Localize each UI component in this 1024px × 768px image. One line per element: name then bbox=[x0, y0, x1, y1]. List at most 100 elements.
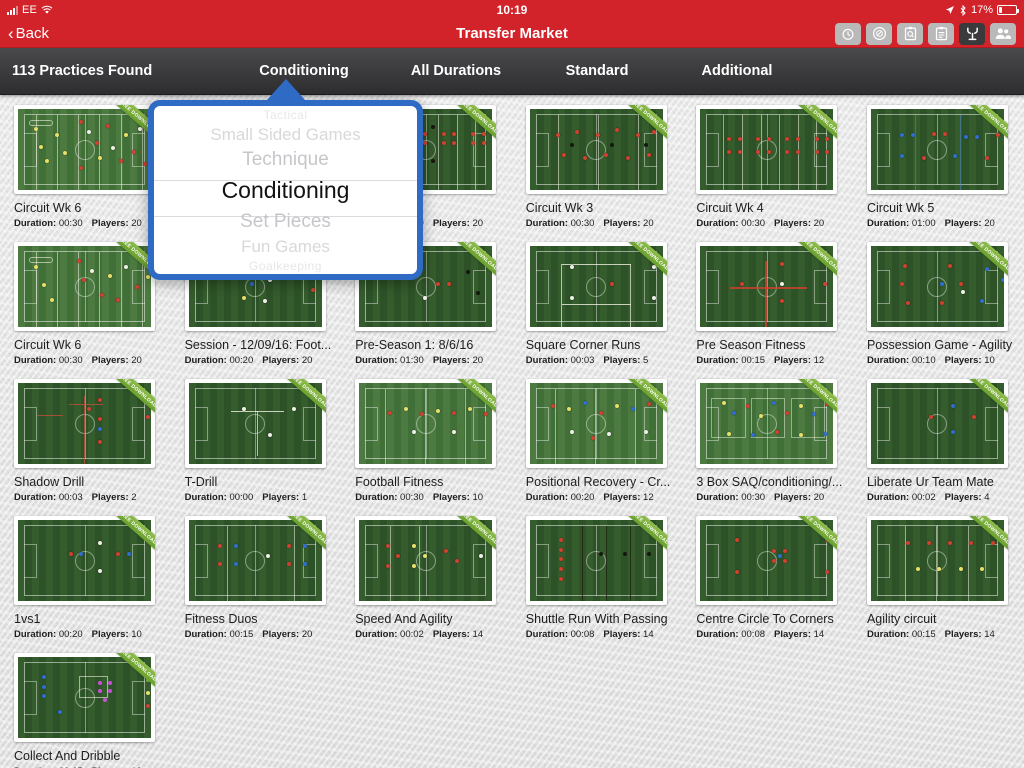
practice-thumbnail[interactable]: FREE DOWNLOAD bbox=[14, 242, 155, 331]
practice-thumbnail[interactable]: FREE DOWNLOAD bbox=[525, 242, 667, 331]
practice-meta: Duration: 00:15 Players: 12 bbox=[696, 355, 853, 366]
filter-duration[interactable]: All Durations bbox=[380, 63, 532, 79]
pitch-box-left bbox=[194, 406, 208, 441]
pitch-box-left bbox=[365, 543, 379, 578]
players-value: 10 bbox=[984, 355, 995, 366]
practice-thumbnail[interactable]: FREE DOWNLOAD bbox=[696, 242, 838, 331]
practice-thumbnail[interactable]: FREE DOWNLOAD bbox=[696, 516, 838, 605]
practice-meta: Duration: 00:15 Players: 20 bbox=[185, 629, 342, 640]
practice-duration: Duration: 00:30 bbox=[355, 492, 424, 503]
practice-thumbnail[interactable]: FREE DOWNLOAD bbox=[525, 105, 667, 194]
players-label: Players: bbox=[432, 218, 470, 229]
practice-thumbnail[interactable]: FREE DOWNLOAD bbox=[866, 516, 1008, 605]
practice-thumbnail[interactable]: FREE DOWNLOAD bbox=[355, 379, 497, 468]
practice-thumbnail[interactable]: FREE DOWNLOAD bbox=[866, 105, 1008, 194]
practice-players: Players: 12 bbox=[603, 492, 653, 503]
pitch-marker bbox=[609, 281, 614, 286]
practice-card[interactable]: FREE DOWNLOAD Football Fitness Duration:… bbox=[341, 375, 512, 512]
pitch-box-left bbox=[876, 269, 890, 304]
practice-card[interactable]: FREE DOWNLOAD Speed And Agility Duration… bbox=[341, 512, 512, 649]
practice-card[interactable]: FREE DOWNLOAD Circuit Wk 4 Duration: 00:… bbox=[682, 101, 853, 238]
practice-card[interactable]: FREE DOWNLOAD Square Corner Runs Duratio… bbox=[512, 238, 683, 375]
practice-thumbnail[interactable]: FREE DOWNLOAD bbox=[184, 379, 326, 468]
practice-card[interactable]: FREE DOWNLOAD Shuttle Run With Passing D… bbox=[512, 512, 683, 649]
practice-thumbnail[interactable]: FREE DOWNLOAD bbox=[184, 516, 326, 605]
practice-players: Players: 20 bbox=[603, 218, 653, 229]
tactics-button[interactable] bbox=[959, 22, 985, 45]
record-button[interactable] bbox=[866, 22, 892, 45]
practice-duration: Duration: 00:03 bbox=[14, 492, 83, 503]
pitch-centre-circle bbox=[245, 413, 266, 434]
category-popover[interactable]: Tactical Small Sided Games Technique Condit… bbox=[148, 100, 423, 280]
filter-standard[interactable]: Standard bbox=[532, 63, 662, 79]
duration-label: Duration: bbox=[355, 355, 398, 366]
practice-card[interactable]: FREE DOWNLOAD Agility circuit Duration: … bbox=[853, 512, 1024, 649]
practice-thumbnail[interactable]: FREE DOWNLOAD bbox=[696, 379, 838, 468]
practice-duration: Duration: 00:02 bbox=[355, 629, 424, 640]
pitch-marker bbox=[431, 159, 435, 164]
practice-thumbnail[interactable]: FREE DOWNLOAD bbox=[525, 379, 667, 468]
practice-duration: Duration: 00:08 bbox=[526, 629, 595, 640]
practice-thumbnail[interactable]: FREE DOWNLOAD bbox=[866, 379, 1008, 468]
players-label: Players: bbox=[944, 218, 982, 229]
pitch-marker bbox=[937, 566, 942, 571]
pitch-marker bbox=[396, 554, 401, 559]
practice-thumbnail[interactable]: FREE DOWNLOAD bbox=[525, 516, 667, 605]
picker-option-technique[interactable]: Technique bbox=[154, 150, 417, 169]
practice-card[interactable]: FREE DOWNLOAD Circuit Wk 5 Duration: 01:… bbox=[853, 101, 1024, 238]
filter-category[interactable]: Conditioning bbox=[228, 63, 380, 79]
pitch-box-right bbox=[984, 543, 998, 578]
pitch-marker bbox=[766, 136, 771, 141]
practice-thumbnail[interactable]: FREE DOWNLOAD bbox=[866, 242, 1008, 331]
pitch-marker bbox=[145, 703, 150, 708]
practice-card[interactable]: FREE DOWNLOAD Positional Recovery - Cr..… bbox=[512, 375, 683, 512]
filter-additional[interactable]: Additional bbox=[662, 63, 812, 79]
players-label: Players: bbox=[432, 492, 470, 503]
practice-card[interactable]: FREE DOWNLOAD T-Drill Duration: 00:00 Pl… bbox=[171, 375, 342, 512]
picker-option-tactical[interactable]: Tactical bbox=[154, 109, 417, 121]
practice-card[interactable]: FREE DOWNLOAD Possession Game - Agility … bbox=[853, 238, 1024, 375]
category-picker[interactable]: Tactical Small Sided Games Technique Condit… bbox=[154, 106, 417, 274]
practice-thumbnail[interactable]: FREE DOWNLOAD bbox=[14, 516, 155, 605]
clipboard-search-button[interactable] bbox=[897, 22, 923, 45]
practice-card[interactable]: FREE DOWNLOAD Shadow Drill Duration: 00:… bbox=[0, 375, 171, 512]
practice-card[interactable]: FREE DOWNLOAD 1vs1 Duration: 00:20 Playe… bbox=[0, 512, 171, 649]
back-button[interactable]: ‹ Back bbox=[8, 25, 49, 43]
pitch-centre-circle bbox=[586, 550, 607, 571]
pitch-centre-circle bbox=[415, 276, 436, 297]
pitch-diagram bbox=[700, 109, 834, 190]
pitch-marker bbox=[33, 265, 38, 270]
practice-thumbnail[interactable]: FREE DOWNLOAD bbox=[355, 516, 497, 605]
practice-card[interactable]: FREE DOWNLOAD Centre Circle To Corners D… bbox=[682, 512, 853, 649]
clipboard-list-button[interactable] bbox=[928, 22, 954, 45]
practice-thumbnail[interactable]: FREE DOWNLOAD bbox=[696, 105, 838, 194]
picker-option-set-pieces[interactable]: Set Pieces bbox=[154, 212, 417, 231]
players-button[interactable] bbox=[990, 22, 1016, 45]
practice-card[interactable]: FREE DOWNLOAD Circuit Wk 6 Duration: 00:… bbox=[0, 238, 171, 375]
practice-thumbnail[interactable]: FREE DOWNLOAD bbox=[14, 653, 155, 742]
practice-card[interactable]: FREE DOWNLOAD Liberate Ur Team Mate Dura… bbox=[853, 375, 1024, 512]
pitch-marker bbox=[217, 562, 222, 567]
picker-option-small-sided-games[interactable]: Small Sided Games bbox=[154, 126, 417, 143]
practice-card[interactable]: FREE DOWNLOAD Collect And Dribble Durati… bbox=[0, 649, 171, 768]
pitch-marker bbox=[481, 131, 486, 136]
practice-players: Players: 14 bbox=[774, 629, 824, 640]
duration-value: 00:20 bbox=[58, 629, 83, 640]
pitch-marker bbox=[454, 558, 459, 563]
practice-card[interactable]: FREE DOWNLOAD Circuit Wk 3 Duration: 00:… bbox=[512, 101, 683, 238]
pitch-marker bbox=[969, 541, 974, 546]
practice-thumbnail[interactable]: FREE DOWNLOAD bbox=[14, 105, 155, 194]
picker-option-fun-games[interactable]: Fun Games bbox=[154, 238, 417, 255]
pitch-marker bbox=[423, 131, 428, 136]
pitch-marker bbox=[97, 426, 102, 431]
practice-thumbnail[interactable]: FREE DOWNLOAD bbox=[14, 379, 155, 468]
history-button[interactable] bbox=[835, 22, 861, 45]
pitch-marker bbox=[814, 136, 819, 141]
practice-card[interactable]: FREE DOWNLOAD 3 Box SAQ/conditioning/...… bbox=[682, 375, 853, 512]
picker-option-goalkeeping[interactable]: Goalkeeping bbox=[154, 260, 417, 272]
players-label: Players: bbox=[774, 218, 811, 229]
practice-card[interactable]: FREE DOWNLOAD Fitness Duos Duration: 00:… bbox=[171, 512, 342, 649]
practice-card[interactable]: FREE DOWNLOAD Pre Season Fitness Duratio… bbox=[682, 238, 853, 375]
practice-card[interactable]: FREE DOWNLOAD Circuit Wk 6 Duration: 00:… bbox=[0, 101, 171, 238]
picker-option-conditioning[interactable]: Conditioning bbox=[154, 178, 417, 202]
